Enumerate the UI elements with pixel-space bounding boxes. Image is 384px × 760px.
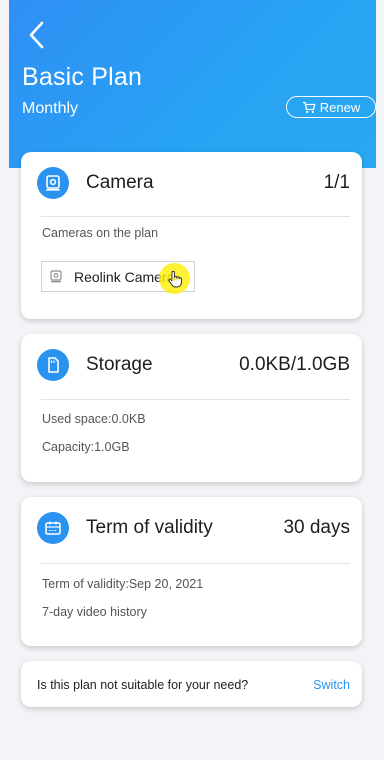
camera-icon (37, 167, 69, 199)
storage-card-title: Storage (86, 354, 153, 375)
validity-card: Term of validity 30 days Term of validit… (21, 497, 362, 646)
plan-detail-screen: Basic Plan Monthly Renew Camera 1/1 Came… (9, 0, 376, 760)
plan-header: Basic Plan Monthly Renew (9, 0, 376, 168)
divider (41, 399, 350, 400)
renew-label: Renew (319, 99, 361, 115)
storage-card-header: Storage 0.0KB/1.0GB (21, 334, 362, 398)
validity-days: 30 days (283, 517, 350, 538)
validity-card-header: Term of validity 30 days (21, 497, 362, 561)
capacity-text: Capacity:1.0GB (42, 440, 130, 454)
validity-card-title: Term of validity (86, 517, 213, 538)
back-button[interactable] (21, 18, 51, 52)
divider (41, 563, 350, 564)
divider (41, 216, 350, 217)
camera-card: Camera 1/1 Cameras on the plan Reolink C… (21, 152, 362, 319)
switch-plan-question: Is this plan not suitable for your need? (37, 678, 249, 692)
plan-title: Basic Plan (22, 63, 143, 91)
chevron-left-icon (29, 21, 44, 49)
switch-plan-link[interactable]: Switch (313, 678, 350, 692)
renew-button[interactable]: Renew (286, 96, 376, 118)
plan-period: Monthly (22, 100, 79, 117)
camera-small-icon (50, 270, 62, 283)
cart-icon (302, 101, 316, 113)
used-space-text: Used space:0.0KB (42, 412, 146, 426)
camera-card-title: Camera (86, 172, 154, 193)
video-history-text: 7-day video history (42, 605, 147, 619)
camera-card-header: Camera 1/1 (21, 152, 362, 216)
switch-plan-card: Is this plan not suitable for your need?… (21, 661, 362, 707)
storage-usage: 0.0KB/1.0GB (239, 354, 350, 375)
camera-count: 1/1 (323, 172, 350, 193)
pointer-cursor-highlight (159, 263, 190, 294)
hand-pointer-icon (168, 270, 182, 287)
storage-card: Storage 0.0KB/1.0GB Used space:0.0KB Cap… (21, 334, 362, 482)
storage-icon (37, 349, 69, 381)
calendar-icon (37, 512, 69, 544)
validity-date-text: Term of validity:Sep 20, 2021 (42, 577, 204, 591)
cameras-on-plan-label: Cameras on the plan (42, 226, 159, 240)
